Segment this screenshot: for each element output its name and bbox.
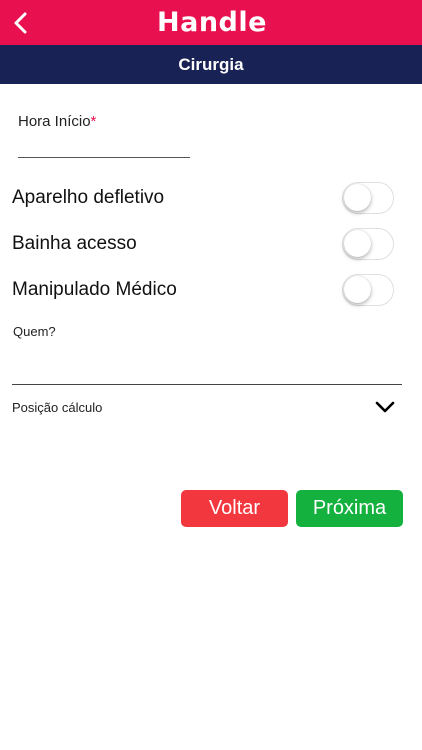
chevron-left-icon	[14, 12, 27, 34]
chevron-down-icon	[374, 396, 396, 418]
app-header: Handle	[0, 0, 422, 45]
toggle-label-bainha-acesso: Bainha acesso	[12, 233, 137, 254]
switch-knob	[344, 276, 371, 303]
posicao-calculo-label: Posição cálculo	[12, 399, 103, 415]
back-button[interactable]	[4, 6, 38, 40]
aparelho-defletivo-switch[interactable]	[342, 182, 394, 214]
page-title: Cirurgia	[178, 54, 244, 74]
switch-knob	[344, 184, 371, 211]
posicao-calculo-select[interactable]: Posição cálculo	[12, 392, 402, 422]
quem-label: Quem?	[13, 324, 56, 339]
logo-text: Handle	[157, 7, 267, 38]
switch-knob	[344, 230, 371, 257]
toggle-row-bainha-acesso: Bainha acesso	[12, 227, 394, 261]
bainha-acesso-switch[interactable]	[342, 228, 394, 260]
section-header: Cirurgia	[0, 45, 422, 84]
voltar-button[interactable]: Voltar	[181, 490, 288, 527]
toggle-label-manipulado-medico: Manipulado Médico	[12, 279, 177, 300]
handle-logo: Handle	[157, 8, 267, 38]
hora-inicio-input[interactable]	[18, 128, 190, 158]
toggle-label-aparelho-defletivo: Aparelho defletivo	[12, 187, 165, 208]
quem-input[interactable]	[12, 352, 402, 385]
toggle-row-manipulado-medico: Manipulado Médico	[12, 273, 394, 307]
proxima-button[interactable]: Próxima	[296, 490, 403, 527]
toggle-row-aparelho-defletivo: Aparelho defletivo	[12, 181, 394, 215]
manipulado-medico-switch[interactable]	[342, 274, 394, 306]
